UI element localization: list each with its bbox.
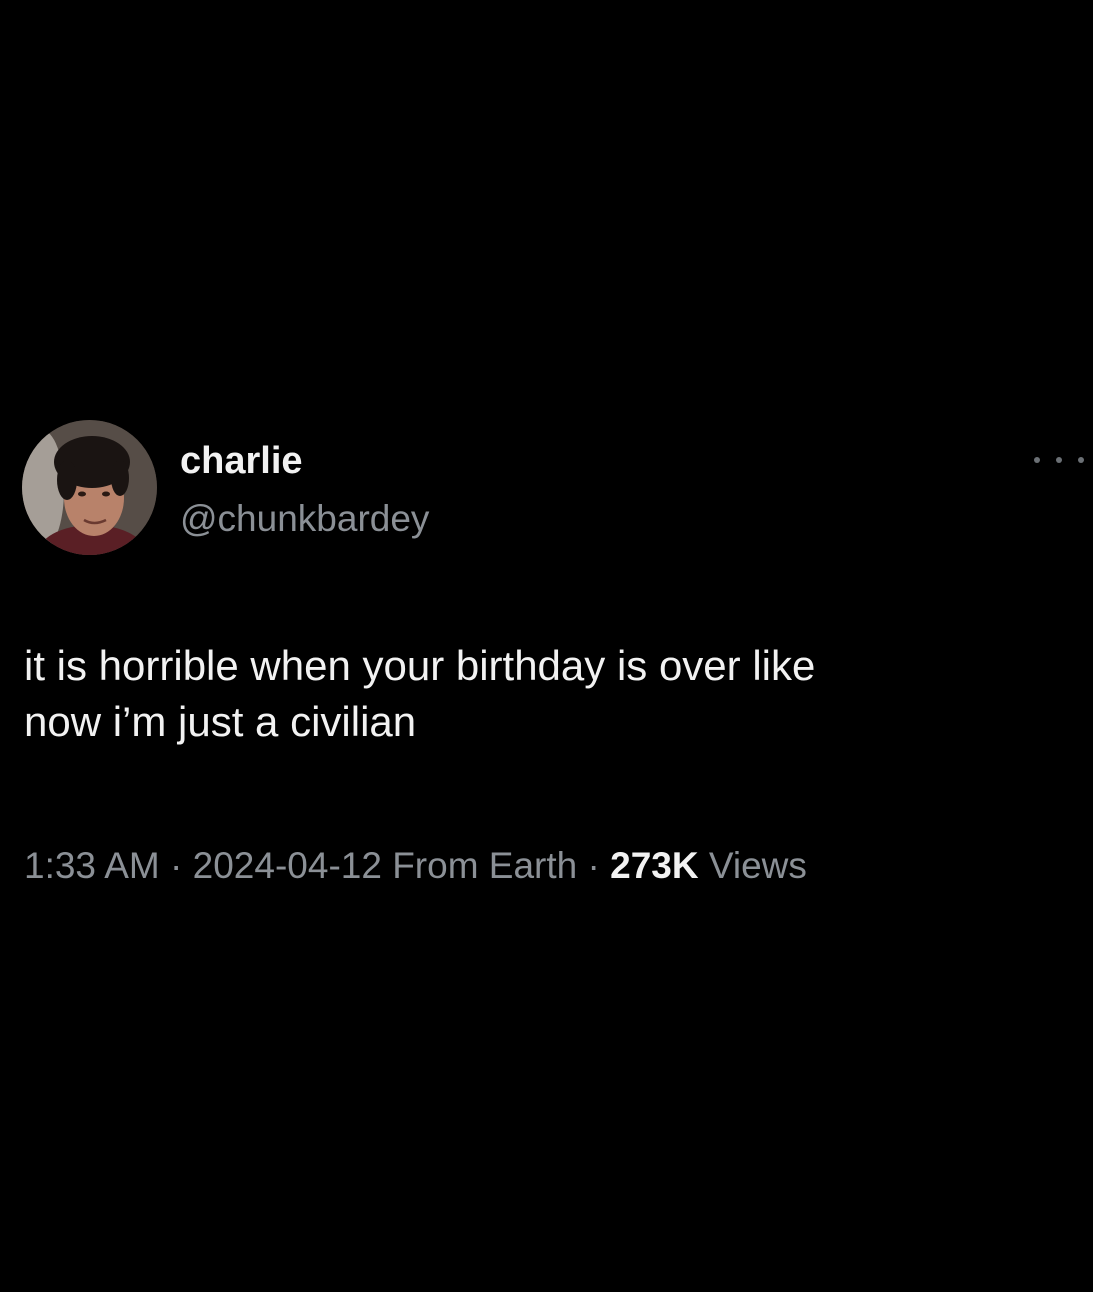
more-horizontal-icon-dot	[1056, 457, 1062, 463]
tweet-text: it is horrible when your birthday is ove…	[24, 638, 1064, 750]
author-display-name[interactable]: charlie	[180, 438, 303, 484]
tweet-text-line: it is horrible when your birthday is ove…	[24, 642, 816, 689]
tweet-meta: 1:33 AM · 2024-04-12 From Earth · 273K V…	[24, 842, 807, 890]
tweet-card: charlie @chunkbardey it is horrible when…	[0, 0, 1093, 1292]
tweet-text-line: now i’m just a civilian	[24, 698, 417, 745]
views-count[interactable]: 273K	[610, 845, 698, 886]
tweet-source: From Earth	[392, 845, 578, 886]
author-handle[interactable]: @chunkbardey	[180, 496, 429, 542]
author-avatar[interactable]	[22, 420, 157, 555]
more-horizontal-icon-dot	[1078, 457, 1084, 463]
user-photo-avatar-icon	[22, 420, 157, 555]
tweet-time[interactable]: 1:33 AM	[24, 845, 160, 886]
more-horizontal-icon-dot	[1034, 457, 1040, 463]
meta-separator: ·	[170, 845, 183, 886]
tweet-date[interactable]: 2024-04-12	[193, 845, 382, 886]
more-options-button[interactable]	[1034, 450, 1084, 470]
meta-separator: ·	[587, 845, 600, 886]
views-label: Views	[708, 845, 807, 886]
